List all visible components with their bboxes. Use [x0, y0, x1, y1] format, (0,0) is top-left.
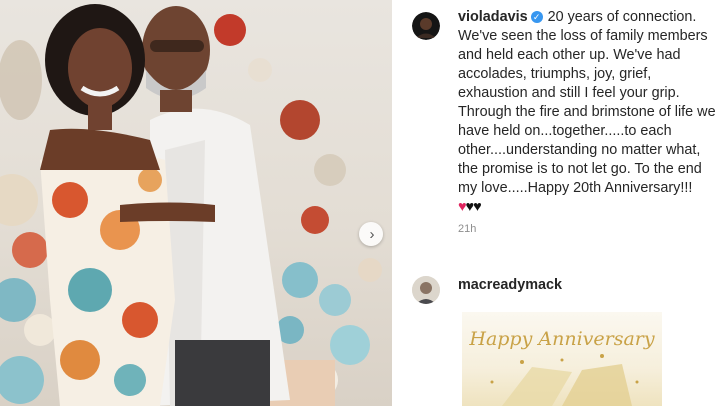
- commenter-avatar-image: [412, 276, 440, 304]
- couple-photo: [0, 4, 382, 406]
- commenter-username[interactable]: macreadymack: [458, 277, 562, 293]
- comment-image-card[interactable]: Happy Anniversary: [462, 312, 662, 406]
- carousel-next-button[interactable]: ›: [359, 222, 383, 246]
- caption-text-block: violadavis ✓ 20 years of connection. We've…: [458, 8, 717, 217]
- commenter-avatar[interactable]: [412, 276, 440, 304]
- card-greeting-text: Happy Anniversary: [469, 328, 655, 350]
- verified-badge-icon: ✓: [530, 11, 543, 23]
- avatar-image: [412, 12, 440, 40]
- post-caption-block: violadavis ✓ 20 years of connection. We've…: [412, 8, 717, 235]
- author-username[interactable]: violadavis: [458, 9, 528, 25]
- post-timestamp[interactable]: 21h: [458, 223, 717, 235]
- red-heart-icon: ♥: [458, 199, 466, 215]
- heart-emojis: ♥♥♥: [458, 199, 482, 215]
- black-heart-icon: ♥♥: [465, 199, 482, 215]
- chevron-right-icon: ›: [369, 225, 375, 243]
- post-photo[interactable]: ›: [0, 0, 392, 406]
- champagne-glasses-illustration: [490, 354, 639, 406]
- author-avatar[interactable]: [412, 12, 440, 40]
- caption-text: 20 years of connection. We've seen the l…: [458, 9, 716, 196]
